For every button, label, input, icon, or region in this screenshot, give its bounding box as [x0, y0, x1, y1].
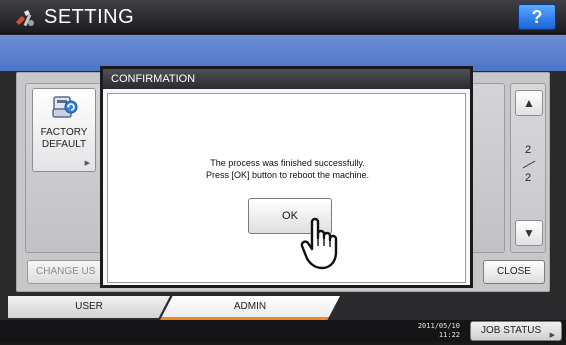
- help-button[interactable]: ?: [518, 4, 556, 30]
- page-title: SETTING: [44, 6, 135, 28]
- total-pages: 2: [524, 172, 532, 184]
- tab-admin[interactable]: ADMIN: [160, 296, 340, 320]
- tab-user[interactable]: USER: [8, 296, 170, 318]
- factory-default-icon: [52, 96, 78, 118]
- factory-default-button[interactable]: FACTORY DEFAULT ▶: [32, 88, 96, 172]
- chevron-down-icon: ▼: [523, 226, 535, 240]
- date-text: 2011/05/10: [417, 322, 460, 330]
- page-navigator: ▲ 2 2 ▼: [510, 83, 546, 253]
- dialog-message-line2: Press [OK] button to reboot the machine.: [205, 170, 370, 180]
- mode-tabs: USER ADMIN: [0, 292, 566, 320]
- chevron-right-icon: ▶: [549, 332, 555, 339]
- top-bar: SETTING ?: [0, 0, 566, 34]
- confirmation-dialog: CONFIRMATION The process was finished su…: [100, 66, 473, 288]
- status-bar: 2011/05/10 11:22 JOB STATUS ▶: [0, 320, 566, 342]
- hand-pointer-icon: [300, 217, 338, 270]
- date-time-display: 2011/05/10 11:22: [396, 322, 460, 340]
- page-down-button[interactable]: ▼: [515, 220, 543, 246]
- page-up-button[interactable]: ▲: [515, 90, 543, 116]
- job-status-label: JOB STATUS: [481, 325, 542, 336]
- dialog-body: The process was finished successfully. P…: [107, 93, 466, 283]
- dialog-title: CONFIRMATION: [103, 69, 470, 89]
- current-page: 2: [524, 144, 532, 156]
- close-button[interactable]: CLOSE: [483, 260, 545, 284]
- submenu-arrow-icon: ▶: [84, 160, 90, 167]
- dialog-message-line1: The process was finished successfully.: [210, 158, 365, 168]
- settings-tools-icon: [16, 10, 34, 27]
- chevron-up-icon: ▲: [523, 96, 535, 110]
- time-text: 11:22: [438, 331, 460, 339]
- job-status-button[interactable]: JOB STATUS ▶: [470, 321, 562, 341]
- page-divider: [522, 160, 536, 169]
- factory-default-label: FACTORY DEFAULT: [40, 127, 88, 150]
- setting-screen: SETTING ? FACTORY DEFAULT ▶ ▲ 2 2 ▼ CHAN…: [0, 0, 566, 342]
